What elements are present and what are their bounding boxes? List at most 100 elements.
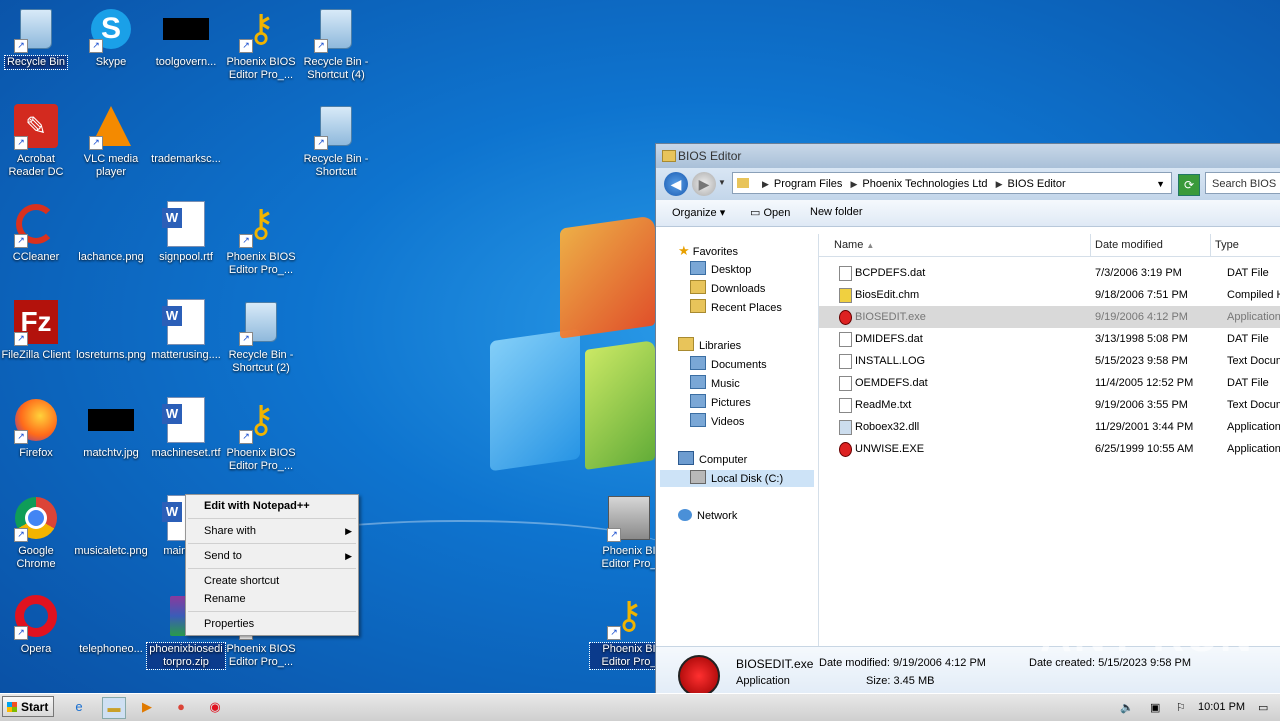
- desktop-icon-label: Skype: [95, 56, 127, 68]
- desktop-icon-item[interactable]: ↗ Opera: [0, 592, 75, 656]
- opera-taskbar-icon[interactable]: ◉: [204, 697, 226, 717]
- chevron-right-icon[interactable]: ▶: [991, 179, 1008, 189]
- desktop-icon-item[interactable]: toolgovern...: [147, 5, 225, 69]
- menu-edit-notepadpp[interactable]: Edit with Notepad++: [186, 497, 358, 515]
- desktop-icon-item[interactable]: ↗ Firefox: [0, 396, 75, 460]
- menu-create-shortcut[interactable]: Create shortcut: [186, 572, 358, 590]
- media-player-icon[interactable]: ▶: [136, 697, 158, 717]
- column-name[interactable]: Name ▲: [834, 239, 874, 251]
- clock[interactable]: 10:01 PM: [1198, 701, 1245, 713]
- file-date: 7/3/2006 3:19 PM: [1095, 267, 1182, 279]
- file-row[interactable]: INSTALL.LOG 5/15/2023 9:58 PM Text Documen: [819, 350, 1280, 372]
- libraries-icon: [678, 337, 694, 351]
- volume-icon[interactable]: 🔈: [1120, 701, 1134, 714]
- desktop-icon-item[interactable]: ↗ Google Chrome: [0, 494, 75, 571]
- nav-libraries[interactable]: Libraries: [678, 337, 741, 354]
- desktop-icon-item[interactable]: machineset.rtf: [147, 396, 225, 460]
- desktop-icon-item[interactable]: ↗ Recycle Bin - Shortcut (4): [297, 5, 375, 82]
- desktop-icon-item[interactable]: ⚷↗ Phoenix BIOS Editor Pro_...: [222, 200, 300, 277]
- nav-network[interactable]: Network: [678, 508, 737, 525]
- forward-button[interactable]: ▶: [692, 172, 716, 196]
- chrome-taskbar-icon[interactable]: ●: [170, 697, 192, 717]
- file-row[interactable]: BiosEdit.chm 9/18/2006 7:51 PM Compiled HT…: [819, 284, 1280, 306]
- desktop-icon-item[interactable]: trademarksc...: [147, 102, 225, 166]
- network-tray-icon[interactable]: ▣: [1150, 701, 1160, 714]
- nav-computer[interactable]: Computer: [678, 451, 747, 468]
- nav-pictures[interactable]: Pictures: [690, 394, 751, 411]
- breadcrumb[interactable]: ▶ Program Files ▶ Phoenix Technologies Ltd…: [732, 172, 1172, 194]
- ie-icon[interactable]: e: [68, 697, 90, 717]
- search-input[interactable]: Search BIOS E: [1205, 172, 1280, 194]
- nav-music[interactable]: Music: [690, 375, 740, 392]
- file-row[interactable]: BCPDEFS.dat 7/3/2006 3:19 PM DAT File: [819, 262, 1280, 284]
- back-button[interactable]: ◀: [664, 172, 688, 196]
- file-row[interactable]: Roboex32.dll 11/29/2001 3:44 PM Applicatio…: [819, 416, 1280, 438]
- show-desktop-button[interactable]: ▭: [1258, 701, 1268, 714]
- nav-videos[interactable]: Videos: [690, 413, 744, 430]
- desktop-icon-label: matterusing....: [151, 349, 221, 361]
- file-type: DAT File: [1227, 377, 1269, 389]
- desktop-icon-item[interactable]: matterusing....: [147, 298, 225, 362]
- nav-local-disk[interactable]: Local Disk (C:): [660, 470, 814, 487]
- desktop-icon-item[interactable]: ↗ Recycle Bin: [0, 5, 75, 70]
- desktop-icon-item[interactable]: ↗ Recycle Bin - Shortcut: [297, 102, 375, 179]
- desktop-icon-label: Phoenix BIOS Editor Pro_...: [226, 251, 296, 276]
- menu-send-to[interactable]: Send to ▶: [186, 547, 358, 565]
- folder-icon: [662, 150, 676, 162]
- new-folder-button[interactable]: New folder: [810, 206, 863, 218]
- nav-documents[interactable]: Documents: [690, 356, 767, 373]
- column-type[interactable]: Type: [1215, 239, 1239, 251]
- desktop-icon-item[interactable]: Fz ↗ FileZilla Client: [0, 298, 75, 362]
- chevron-right-icon[interactable]: ▶: [845, 179, 862, 189]
- desktop-icon-item[interactable]: ✎ ↗ Acrobat Reader DC: [0, 102, 75, 179]
- action-center-flag-icon[interactable]: ⚐: [1176, 701, 1186, 714]
- column-date[interactable]: Date modified: [1095, 239, 1163, 251]
- file-row[interactable]: UNWISE.EXE 6/25/1999 10:55 AM Application: [819, 438, 1280, 460]
- file-row[interactable]: ReadMe.txt 9/19/2006 3:55 PM Text Documen: [819, 394, 1280, 416]
- file-row[interactable]: DMIDEFS.dat 3/13/1998 5:08 PM DAT File: [819, 328, 1280, 350]
- desktop-icon-item[interactable]: signpool.rtf: [147, 200, 225, 264]
- start-button[interactable]: Start: [2, 696, 54, 717]
- menu-rename[interactable]: Rename: [186, 590, 358, 608]
- column-divider[interactable]: [1090, 234, 1091, 256]
- nav-favorites[interactable]: ★ Favorites: [678, 242, 738, 259]
- desktop-icon-item[interactable]: losreturns.png: [72, 298, 150, 362]
- organize-button[interactable]: Organize ▾: [672, 206, 725, 219]
- desktop-icon-item[interactable]: ↗ VLC media player: [72, 102, 150, 179]
- file-row[interactable]: BIOSEDIT.exe 9/19/2006 4:12 PM Application: [819, 306, 1280, 328]
- nav-downloads[interactable]: Downloads: [690, 280, 765, 297]
- address-dropdown[interactable]: ▼: [1156, 173, 1165, 195]
- nav-recent-places[interactable]: Recent Places: [690, 299, 782, 316]
- desktop-icon-item[interactable]: lachance.png: [72, 200, 150, 264]
- nav-desktop[interactable]: Desktop: [690, 261, 751, 278]
- open-button[interactable]: ▭ Open: [750, 206, 790, 219]
- desktop-icon-item[interactable]: ⚷↗ Phoenix BIOS Editor Pro_...: [222, 396, 300, 473]
- desktop-icon-item[interactable]: ↗ CCleaner: [0, 200, 75, 264]
- menu-label: Send to: [204, 550, 242, 562]
- chevron-right-icon[interactable]: ▶: [757, 179, 774, 189]
- breadcrumb-item[interactable]: BIOS Editor: [1008, 178, 1066, 190]
- desktop-icon-item[interactable]: matchtv.jpg: [72, 396, 150, 460]
- menu-share-with[interactable]: Share with ▶: [186, 522, 358, 540]
- drive-icon: [690, 470, 706, 484]
- desktop-icon-label: Phoenix BIOS Editor Pro_...: [226, 56, 296, 81]
- column-divider[interactable]: [1210, 234, 1211, 256]
- breadcrumb-item[interactable]: Program Files: [774, 178, 842, 190]
- desktop-icon-item[interactable]: musicaletc.png: [72, 494, 150, 558]
- title-bar[interactable]: BIOS Editor: [656, 144, 1280, 168]
- documents-icon: [690, 356, 706, 370]
- desktop-icon-item[interactable]: ↗ Recycle Bin - Shortcut (2): [222, 298, 300, 375]
- desktop-icon-item[interactable]: telephoneo...: [72, 592, 150, 656]
- desktop-icon-item[interactable]: ⚷↗ Phoenix BIOS Editor Pro_...: [222, 5, 300, 82]
- breadcrumb-item[interactable]: Phoenix Technologies Ltd: [862, 178, 987, 190]
- explorer-taskbar-icon[interactable]: ▬: [102, 697, 126, 719]
- opera-icon: ↗: [12, 592, 60, 640]
- file-row[interactable]: OEMDEFS.dat 11/4/2005 12:52 PM DAT File: [819, 372, 1280, 394]
- icon-graphic: [91, 601, 131, 631]
- application-icon: [678, 655, 720, 697]
- refresh-button[interactable]: ⟳: [1178, 174, 1200, 196]
- star-icon: ★: [678, 243, 690, 258]
- menu-properties[interactable]: Properties: [186, 615, 358, 633]
- recent-pages-dropdown[interactable]: ▼: [718, 178, 726, 187]
- desktop-icon-item[interactable]: S ↗ Skype: [72, 5, 150, 69]
